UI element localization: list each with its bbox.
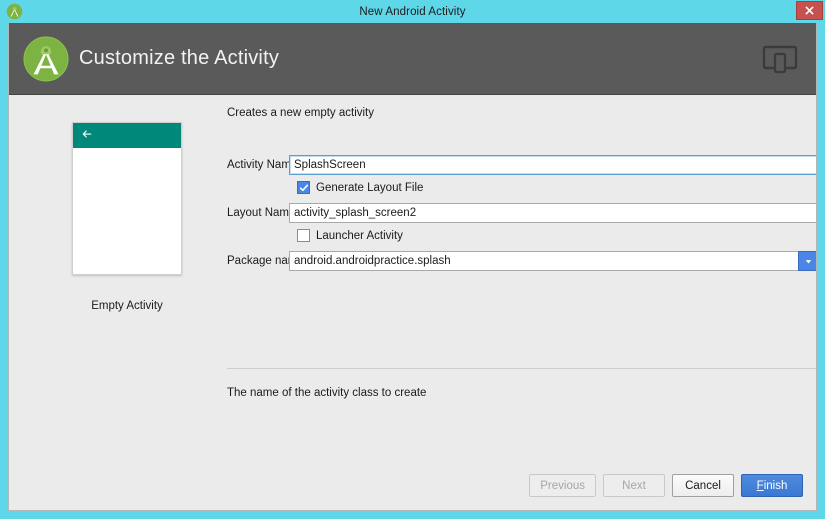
cancel-button[interactable]: Cancel bbox=[672, 474, 734, 497]
header-title: Customize the Activity bbox=[79, 47, 280, 69]
title-bar: New Android Activity bbox=[6, 0, 823, 23]
activity-name-row: Activity Name: bbox=[227, 155, 816, 175]
activity-name-input[interactable] bbox=[289, 155, 816, 175]
form-separator bbox=[227, 368, 816, 369]
dialog-header: Customize the Activity bbox=[9, 23, 816, 95]
android-studio-icon bbox=[6, 3, 23, 20]
close-icon bbox=[805, 6, 814, 15]
generate-layout-file-label: Generate Layout File bbox=[316, 181, 424, 194]
activity-name-label: Activity Name: bbox=[227, 159, 301, 171]
activity-preview-card[interactable] bbox=[72, 122, 182, 275]
layout-name-label: Layout Name: bbox=[227, 207, 299, 219]
launcher-activity-checkbox[interactable] bbox=[297, 229, 310, 242]
finish-mnemonic: F bbox=[756, 479, 764, 492]
form-help-text: The name of the activity class to create bbox=[227, 387, 427, 399]
activity-preview-panel[interactable]: Empty Activity bbox=[67, 122, 187, 312]
next-button[interactable]: Next bbox=[603, 474, 665, 497]
package-name-input[interactable] bbox=[289, 251, 798, 271]
dialog-client-area: Customize the Activity Empty Activity Cr… bbox=[8, 23, 817, 511]
generate-layout-file-row[interactable]: Generate Layout File bbox=[227, 181, 816, 194]
preview-appbar bbox=[73, 123, 181, 148]
launcher-activity-row[interactable]: Launcher Activity bbox=[227, 229, 816, 242]
preview-label: Empty Activity bbox=[91, 300, 163, 312]
check-icon bbox=[299, 184, 308, 191]
layout-name-row: Layout Name: bbox=[227, 203, 816, 223]
launcher-activity-label: Launcher Activity bbox=[316, 229, 403, 242]
dialog-body: Empty Activity Creates a new empty activ… bbox=[9, 95, 816, 510]
form-description: Creates a new empty activity bbox=[227, 107, 375, 119]
back-arrow-icon bbox=[81, 127, 93, 145]
close-button[interactable] bbox=[796, 1, 823, 20]
android-studio-logo bbox=[23, 35, 69, 82]
window-title: New Android Activity bbox=[359, 5, 466, 18]
package-name-row: Package name: bbox=[227, 251, 816, 271]
package-name-combo[interactable] bbox=[289, 251, 816, 271]
dialog-window: New Android Activity Customize the Activ… bbox=[0, 0, 825, 519]
generate-layout-file-checkbox[interactable] bbox=[297, 181, 310, 194]
layout-name-input[interactable] bbox=[289, 203, 816, 223]
previous-button[interactable]: Previous bbox=[529, 474, 596, 497]
finish-label-rest: inish bbox=[763, 479, 788, 492]
activity-form: Creates a new empty activity Activity Na… bbox=[227, 95, 816, 399]
package-name-label: Package name: bbox=[227, 255, 307, 267]
finish-button[interactable]: Finish bbox=[741, 474, 803, 497]
devices-icon bbox=[762, 43, 798, 75]
dialog-footer: Previous Next Cancel Finish bbox=[529, 474, 803, 497]
chevron-down-icon bbox=[805, 259, 812, 263]
package-name-dropdown-button[interactable] bbox=[798, 251, 816, 271]
